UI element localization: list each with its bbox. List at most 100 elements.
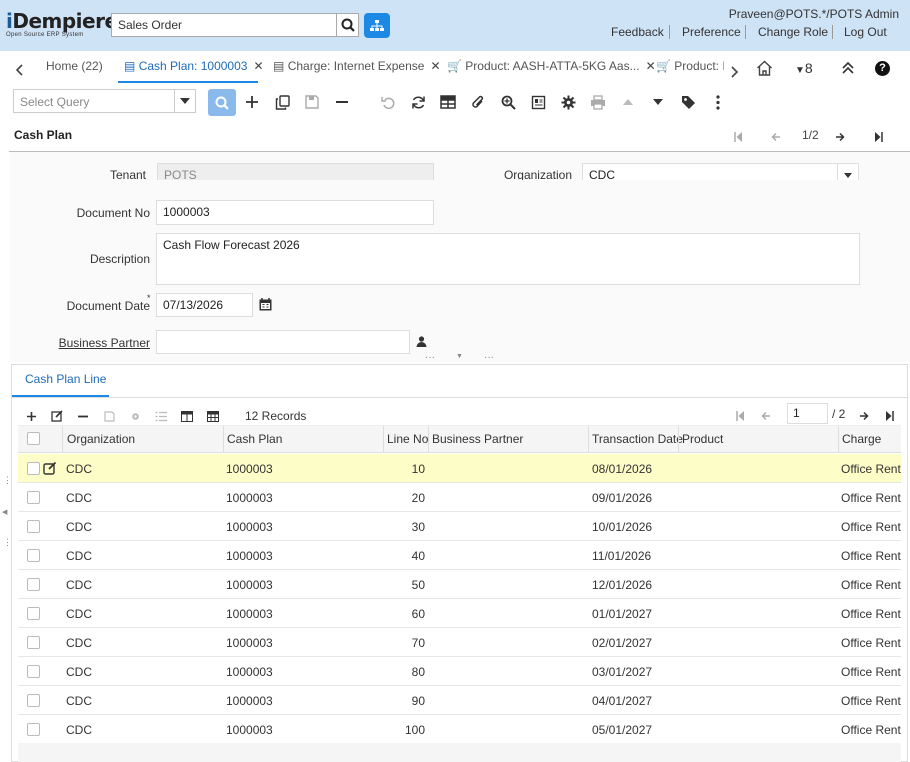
- cell-cash-plan[interactable]: 1000003: [226, 694, 273, 708]
- cell-organization[interactable]: CDC: [66, 607, 92, 621]
- collapse-left-icon[interactable]: ◀: [2, 508, 7, 516]
- feedback-link[interactable]: Feedback: [611, 25, 664, 39]
- table-row[interactable]: CDC 1000003 80 03/01/2027 Office Rent: [18, 657, 901, 686]
- idempiere-logo[interactable]: iDempiere Open Source ERP System: [6, 10, 118, 39]
- tab-scroll-left-icon[interactable]: [15, 64, 24, 79]
- business-partner-field[interactable]: [156, 330, 410, 354]
- cell-transaction-date[interactable]: 08/01/2026: [592, 462, 652, 476]
- tab-charge[interactable]: ▤ Charge: Internet Expense ✕: [273, 59, 441, 73]
- cell-transaction-date[interactable]: 01/01/2027: [592, 607, 652, 621]
- copy-icon[interactable]: [271, 91, 293, 113]
- refresh-icon[interactable]: [407, 91, 429, 113]
- cell-charge[interactable]: Office Rent: [841, 578, 901, 592]
- more-options-icon[interactable]: [707, 91, 729, 113]
- caret-down-icon[interactable]: [175, 89, 196, 113]
- last-page-icon[interactable]: [885, 410, 894, 424]
- cell-transaction-date[interactable]: 10/01/2026: [592, 520, 652, 534]
- report-icon[interactable]: [527, 91, 549, 113]
- tab-cash-plan[interactable]: ▤ Cash Plan: 1000003 ✕: [124, 59, 264, 73]
- table-row[interactable]: CDC 1000003 70 02/01/2027 Office Rent: [18, 628, 901, 657]
- next-page-icon[interactable]: [859, 410, 869, 424]
- search-icon[interactable]: [208, 89, 236, 116]
- cell-transaction-date[interactable]: 05/01/2027: [592, 723, 652, 737]
- cell-line-no[interactable]: 20: [383, 491, 425, 505]
- preference-link[interactable]: Preference: [682, 25, 741, 39]
- table-row[interactable]: CDC 1000003 40 11/01/2026 Office Rent: [18, 541, 901, 570]
- row-checkbox[interactable]: [27, 665, 40, 678]
- home-icon[interactable]: [756, 60, 773, 79]
- undo-icon[interactable]: [377, 91, 399, 113]
- row-checkbox[interactable]: [27, 694, 40, 707]
- column-header-product[interactable]: Product: [682, 432, 723, 446]
- cell-organization[interactable]: CDC: [66, 723, 92, 737]
- cell-charge[interactable]: Office Rent: [841, 607, 901, 621]
- edit-icon[interactable]: [49, 408, 65, 424]
- cell-line-no[interactable]: 100: [383, 723, 425, 737]
- tab-product-second[interactable]: 🛒 Product: I: [656, 59, 724, 73]
- cell-charge[interactable]: Office Rent: [841, 665, 901, 679]
- select-query-input[interactable]: Select Query: [13, 89, 175, 113]
- column-header-business-partner[interactable]: Business Partner: [432, 432, 523, 446]
- cell-cash-plan[interactable]: 1000003: [226, 520, 273, 534]
- column-header-transaction-date[interactable]: Transaction Date: [592, 432, 683, 446]
- table-row[interactable]: CDC 1000003 30 10/01/2026 Office Rent: [18, 512, 901, 541]
- gear-icon[interactable]: [127, 408, 143, 424]
- document-date-field[interactable]: 07/13/2026: [156, 293, 253, 317]
- row-checkbox[interactable]: [27, 636, 40, 649]
- tenant-field[interactable]: POTS: [157, 163, 434, 180]
- cell-charge[interactable]: Office Rent: [841, 462, 901, 476]
- tab-product-aash[interactable]: 🛒 Product: AASH-ATTA-5KG Aas... ✕: [447, 59, 656, 73]
- tag-icon[interactable]: [677, 91, 699, 113]
- cell-transaction-date[interactable]: 04/01/2027: [592, 694, 652, 708]
- delete-record-icon[interactable]: [331, 91, 353, 113]
- save-icon[interactable]: [301, 91, 323, 113]
- delete-line-icon[interactable]: [75, 408, 91, 424]
- cell-charge[interactable]: Office Rent: [841, 636, 901, 650]
- cell-cash-plan[interactable]: 1000003: [226, 723, 273, 737]
- column-header-cash-plan[interactable]: Cash Plan: [227, 432, 282, 446]
- cell-charge[interactable]: Office Rent: [841, 723, 901, 737]
- cell-organization[interactable]: CDC: [66, 520, 92, 534]
- cell-organization[interactable]: CDC: [66, 694, 92, 708]
- tab-home[interactable]: Home (22): [46, 59, 103, 73]
- new-record-icon[interactable]: [241, 91, 263, 113]
- cell-charge[interactable]: Office Rent: [841, 549, 901, 563]
- collapse-icon[interactable]: [841, 60, 855, 77]
- table-row[interactable]: CDC 1000003 50 12/01/2026 Office Rent: [18, 570, 901, 599]
- column-header-organization[interactable]: Organization: [67, 432, 135, 446]
- zoom-icon[interactable]: [497, 91, 519, 113]
- columns-icon[interactable]: [179, 408, 195, 424]
- tab-cash-plan-line[interactable]: Cash Plan Line: [25, 372, 106, 386]
- table-row[interactable]: CDC 1000003 100 05/01/2027 Office Rent: [18, 715, 901, 744]
- row-checkbox[interactable]: [27, 491, 40, 504]
- row-checkbox[interactable]: [27, 520, 40, 533]
- tab-list-dropdown[interactable]: ▼8: [795, 60, 813, 76]
- row-checkbox[interactable]: [27, 723, 40, 736]
- cell-organization[interactable]: CDC: [66, 491, 92, 505]
- person-icon[interactable]: [416, 336, 427, 350]
- first-record-icon[interactable]: [734, 131, 743, 145]
- cell-organization[interactable]: CDC: [66, 549, 92, 563]
- move-down-icon[interactable]: [647, 91, 669, 113]
- cell-transaction-date[interactable]: 09/01/2026: [592, 491, 652, 505]
- caret-down-icon[interactable]: [837, 163, 859, 180]
- cell-line-no[interactable]: 60: [383, 607, 425, 621]
- cell-transaction-date[interactable]: 11/01/2026: [592, 549, 651, 563]
- cell-organization[interactable]: CDC: [66, 462, 92, 476]
- gear-icon[interactable]: [557, 91, 579, 113]
- next-record-icon[interactable]: [835, 131, 845, 145]
- close-icon[interactable]: ✕: [253, 59, 263, 73]
- cell-transaction-date[interactable]: 02/01/2027: [592, 636, 652, 650]
- cell-organization[interactable]: CDC: [66, 578, 92, 592]
- organization-field[interactable]: CDC: [582, 163, 838, 180]
- list-icon[interactable]: [153, 408, 169, 424]
- sitemap-icon[interactable]: [364, 13, 390, 38]
- row-checkbox[interactable]: [27, 607, 40, 620]
- global-search-input[interactable]: Sales Order: [111, 13, 337, 37]
- cell-line-no[interactable]: 90: [383, 694, 425, 708]
- description-field[interactable]: Cash Flow Forecast 2026: [156, 233, 860, 285]
- row-checkbox[interactable]: [27, 462, 40, 475]
- change-role-link[interactable]: Change Role: [758, 25, 828, 39]
- close-icon[interactable]: ✕: [646, 59, 656, 73]
- cell-line-no[interactable]: 70: [383, 636, 425, 650]
